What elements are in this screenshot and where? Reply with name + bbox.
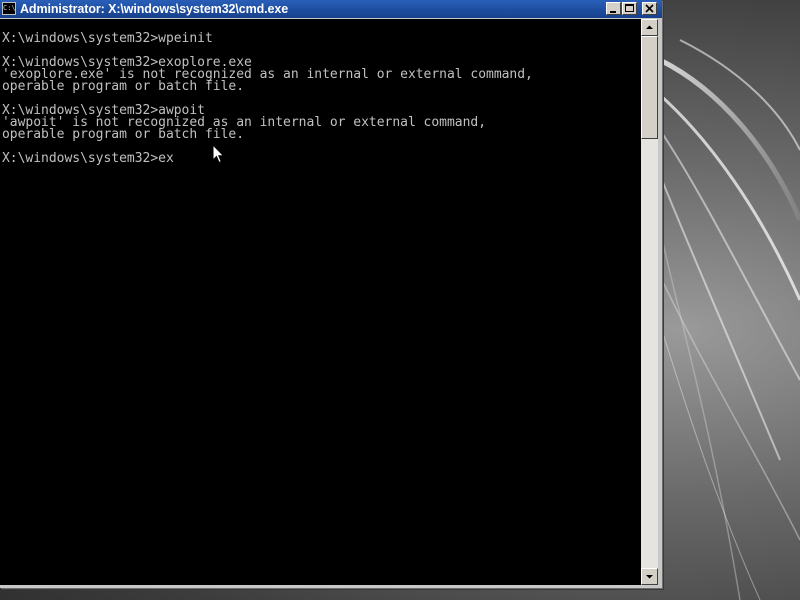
close-button[interactable] xyxy=(642,2,657,15)
scroll-thumb[interactable] xyxy=(641,36,658,139)
arrow-up-icon xyxy=(646,25,653,29)
maximize-button[interactable] xyxy=(622,2,637,15)
console-output[interactable]: X:\windows\system32>wpeinit X:\windows\s… xyxy=(0,19,641,585)
maximize-icon xyxy=(625,4,634,12)
scroll-up-button[interactable] xyxy=(641,19,658,36)
cmd-window[interactable]: C:\ Administrator: X:\windows\system32\c… xyxy=(0,0,662,588)
console-input-line[interactable]: X:\windows\system32>ex xyxy=(2,152,533,165)
console-line: operable program or batch file. xyxy=(2,127,245,142)
arrow-down-icon xyxy=(646,575,653,579)
minimize-button[interactable] xyxy=(606,2,621,15)
console-line: X:\windows\system32>wpeinit xyxy=(2,31,213,46)
close-icon xyxy=(645,4,654,13)
console-line: operable program or batch file. xyxy=(2,79,245,94)
cmd-app-icon[interactable]: C:\ xyxy=(2,2,16,15)
title-bar[interactable]: C:\ Administrator: X:\windows\system32\c… xyxy=(0,0,662,18)
scroll-down-button[interactable] xyxy=(641,568,658,585)
minimize-icon xyxy=(610,11,616,13)
console-lines: X:\windows\system32>wpeinit X:\windows\s… xyxy=(2,31,533,165)
window-title: Administrator: X:\windows\system32\cmd.e… xyxy=(20,2,289,16)
vertical-scrollbar[interactable] xyxy=(641,19,658,585)
